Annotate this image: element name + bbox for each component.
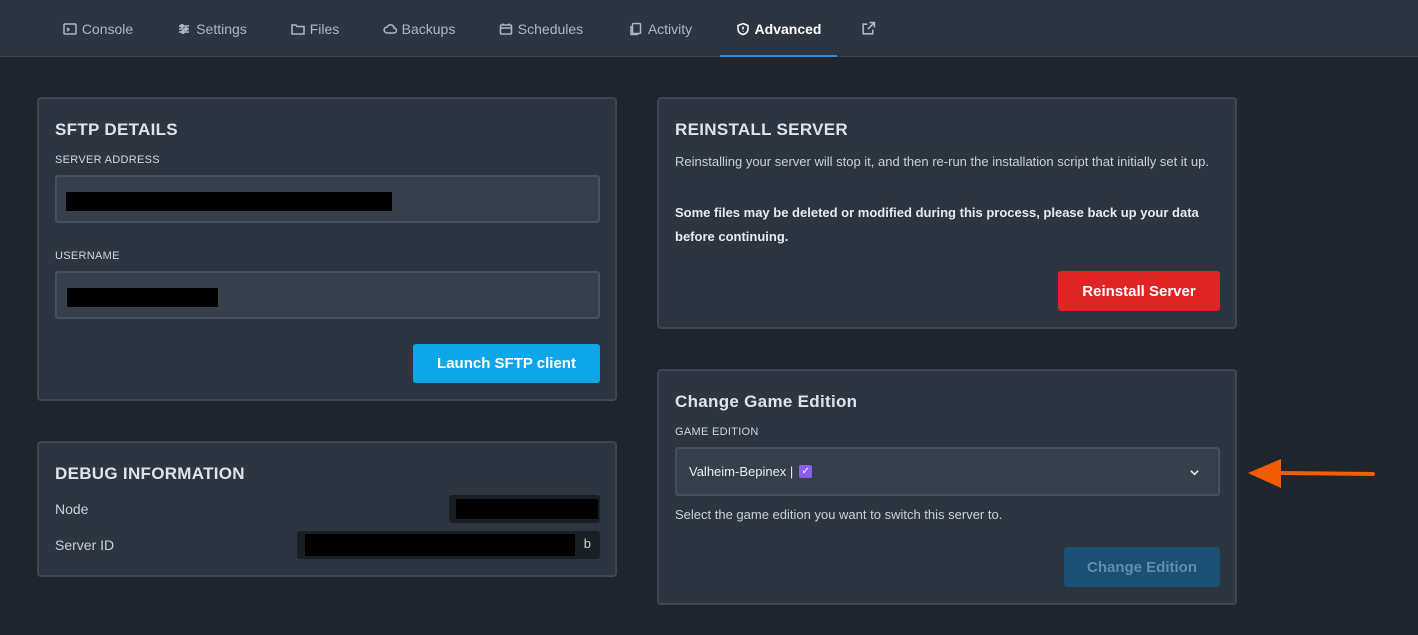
server-id-suffix: b (583, 536, 591, 551)
reinstall-server-panel: REINSTALL SERVER Reinstalling your serve… (657, 97, 1237, 329)
terminal-icon (63, 22, 77, 35)
shield-icon (736, 22, 749, 35)
tab-label: Advanced (754, 20, 822, 37)
tab-label: Console (81, 20, 134, 37)
game-edition-label: GAME EDITION (675, 426, 759, 438)
game-edition-help: Select the game edition you want to swit… (675, 507, 1003, 522)
panel-title: SFTP DETAILS (55, 120, 178, 139)
launch-sftp-button[interactable]: Launch SFTP client (413, 344, 600, 383)
top-navigation: Console Settings Files Backups Schedules… (0, 0, 1418, 57)
server-address-label: SERVER ADDRESS (55, 154, 160, 166)
panel-title: REINSTALL SERVER (675, 120, 848, 139)
tab-label: Schedules (517, 20, 584, 37)
external-link-button[interactable] (852, 0, 884, 57)
redacted-value (305, 534, 575, 556)
tab-console[interactable]: Console (52, 0, 144, 57)
panel-title: DEBUG INFORMATION (55, 464, 245, 483)
tab-label: Backups (401, 20, 456, 37)
cloud-icon (383, 23, 397, 34)
tab-files[interactable]: Files (279, 0, 351, 57)
node-value (449, 495, 600, 523)
debug-information-panel: DEBUG INFORMATION Node Server ID b (37, 441, 617, 577)
tab-settings[interactable]: Settings (165, 0, 259, 57)
username-label: USERNAME (55, 250, 120, 262)
tab-advanced[interactable]: Advanced (720, 0, 837, 57)
change-edition-button[interactable]: Change Edition (1064, 547, 1220, 587)
game-edition-selected: Valheim-Bepinex | (689, 464, 794, 479)
tab-label: Settings (196, 20, 247, 37)
tab-backups[interactable]: Backups (371, 0, 467, 57)
redacted-value (66, 192, 392, 211)
external-link-icon (861, 21, 875, 35)
checkbox-emoji-icon: ✓ (799, 465, 813, 478)
username-field[interactable] (55, 271, 600, 319)
reinstall-warning: Some files may be deleted or modified du… (675, 205, 1199, 244)
sliders-icon (179, 23, 190, 34)
chevron-down-icon (1190, 470, 1199, 476)
reinstall-description: Reinstalling your server will stop it, a… (675, 154, 1209, 169)
server-address-field[interactable] (55, 175, 600, 223)
node-label: Node (55, 501, 89, 517)
folder-icon (290, 23, 305, 35)
server-id-value: b (297, 531, 600, 559)
tab-activity[interactable]: Activity (615, 0, 706, 57)
redacted-value (67, 288, 218, 307)
reinstall-server-button[interactable]: Reinstall Server (1058, 271, 1220, 311)
tab-schedules[interactable]: Schedules (487, 0, 595, 57)
tab-label: Files (309, 20, 340, 37)
tab-label: Activity (647, 20, 693, 37)
sftp-details-panel: SFTP DETAILS SERVER ADDRESS USERNAME Lau… (37, 97, 617, 401)
server-id-label: Server ID (55, 537, 115, 553)
game-edition-select[interactable]: Valheim-Bepinex | ✓ (675, 447, 1220, 496)
files-icon (630, 22, 642, 35)
panel-title: Change Game Edition (675, 392, 858, 411)
change-game-edition-panel: Change Game Edition GAME EDITION Valheim… (657, 369, 1237, 605)
arrow-left-icon (1248, 459, 1375, 488)
redacted-value (456, 499, 598, 519)
calendar-icon (499, 23, 513, 35)
